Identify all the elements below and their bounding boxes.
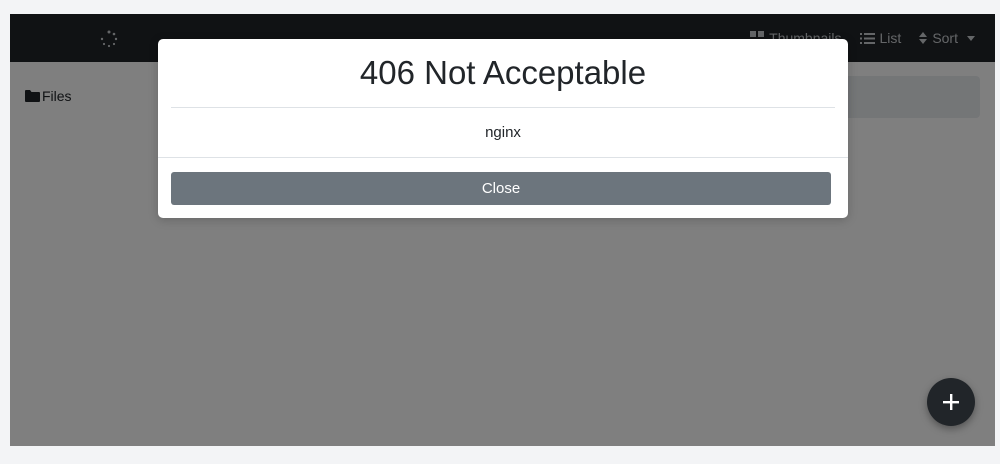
close-button[interactable]: Close [171,172,831,205]
modal-body: nginx [158,108,848,158]
error-modal: 406 Not Acceptable nginx Close [158,39,848,218]
add-button[interactable] [927,378,975,426]
modal-body-text: nginx [485,124,521,141]
plus-icon [943,394,959,410]
modal-header: 406 Not Acceptable [171,39,835,108]
modal-footer: Close [171,172,831,205]
modal-title: 406 Not Acceptable [359,54,647,91]
